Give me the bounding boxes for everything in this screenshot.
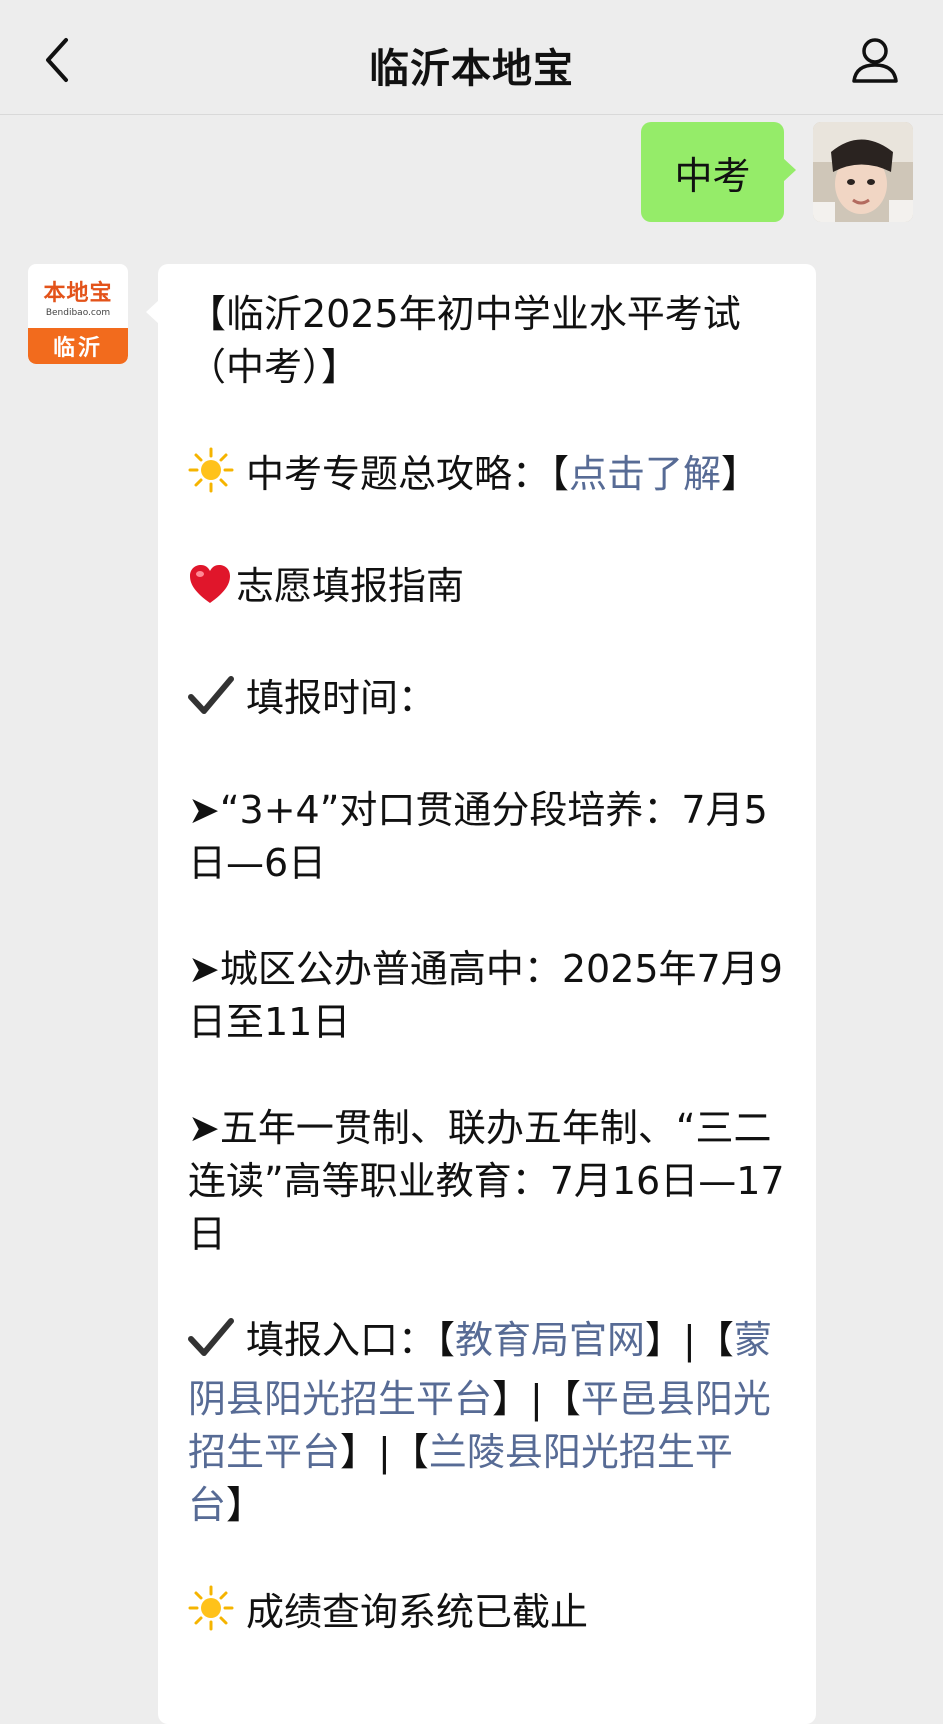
time-item: ➤“3+4”对口贯通分段培养：7月5日—6日 bbox=[188, 788, 768, 885]
bracket: 【 bbox=[436, 1318, 456, 1362]
time-title: 填报时间： bbox=[246, 676, 437, 720]
score-line: 成绩查询系统已截止 bbox=[188, 1585, 790, 1645]
separator: 】|【 bbox=[340, 1430, 429, 1474]
bracket: 】 bbox=[226, 1483, 265, 1527]
page-title: 临沂本地宝 bbox=[369, 46, 574, 92]
avatar-logo: 本地宝 Bendibao.com bbox=[28, 264, 128, 328]
guide-close: 】 bbox=[721, 452, 760, 496]
domain-text: Bendibao.com bbox=[45, 307, 111, 318]
guide-link[interactable]: 点击了解 bbox=[569, 452, 721, 496]
volunteer-line: 志愿填报指南 bbox=[188, 560, 790, 619]
user-icon bbox=[852, 38, 898, 83]
message-heading: 【临沂2025年初中学业水平考试（中考）】 bbox=[188, 292, 741, 389]
bendibao-avatar[interactable]: 本地宝 Bendibao.com 临沂 bbox=[28, 264, 128, 364]
entry-link-edu[interactable]: 教育局官网 bbox=[455, 1318, 645, 1362]
user-avatar[interactable] bbox=[813, 122, 913, 222]
outgoing-bubble[interactable]: 中考 bbox=[641, 122, 796, 222]
incoming-bubble: 【临沂2025年初中学业水平考试（中考）】 中考专题总攻略：【点击了解】 志愿填… bbox=[146, 264, 816, 1724]
city-badge: 临沂 bbox=[28, 328, 128, 364]
sun-icon bbox=[188, 447, 234, 507]
heart-icon bbox=[188, 563, 232, 619]
outgoing-message: 中考 bbox=[0, 120, 943, 225]
entry-line: 填报入口：【教育局官网】|【蒙阴县阳光招生平台】|【平邑县阳光招生平台】|【兰陵… bbox=[188, 1314, 790, 1532]
time-item: ➤城区公办普通高中：2025年7月9日至11日 bbox=[188, 947, 783, 1044]
volunteer-title: 志愿填报指南 bbox=[236, 564, 465, 608]
sun-icon bbox=[188, 1585, 234, 1645]
user-photo bbox=[813, 122, 913, 222]
separator: 】|【 bbox=[492, 1377, 581, 1421]
check-icon bbox=[188, 1317, 234, 1373]
profile-button[interactable] bbox=[847, 32, 903, 88]
entry-label: 填报入口： bbox=[246, 1318, 437, 1362]
brand-text: 本地宝 bbox=[43, 279, 113, 306]
separator: 】|【 bbox=[645, 1318, 734, 1362]
time-title-line: 填报时间： bbox=[188, 672, 790, 731]
score-notice: 成绩查询系统已截止 bbox=[246, 1590, 589, 1634]
check-icon bbox=[188, 675, 234, 731]
guide-label: 中考专题总攻略：【 bbox=[246, 452, 570, 496]
guide-line: 中考专题总攻略：【点击了解】 bbox=[188, 447, 790, 507]
nav-bar: 临沂本地宝 bbox=[0, 0, 943, 115]
time-item: ➤五年一贯制、联办五年制、“三二连读”高等职业教育：7月16日—17日 bbox=[188, 1106, 785, 1256]
